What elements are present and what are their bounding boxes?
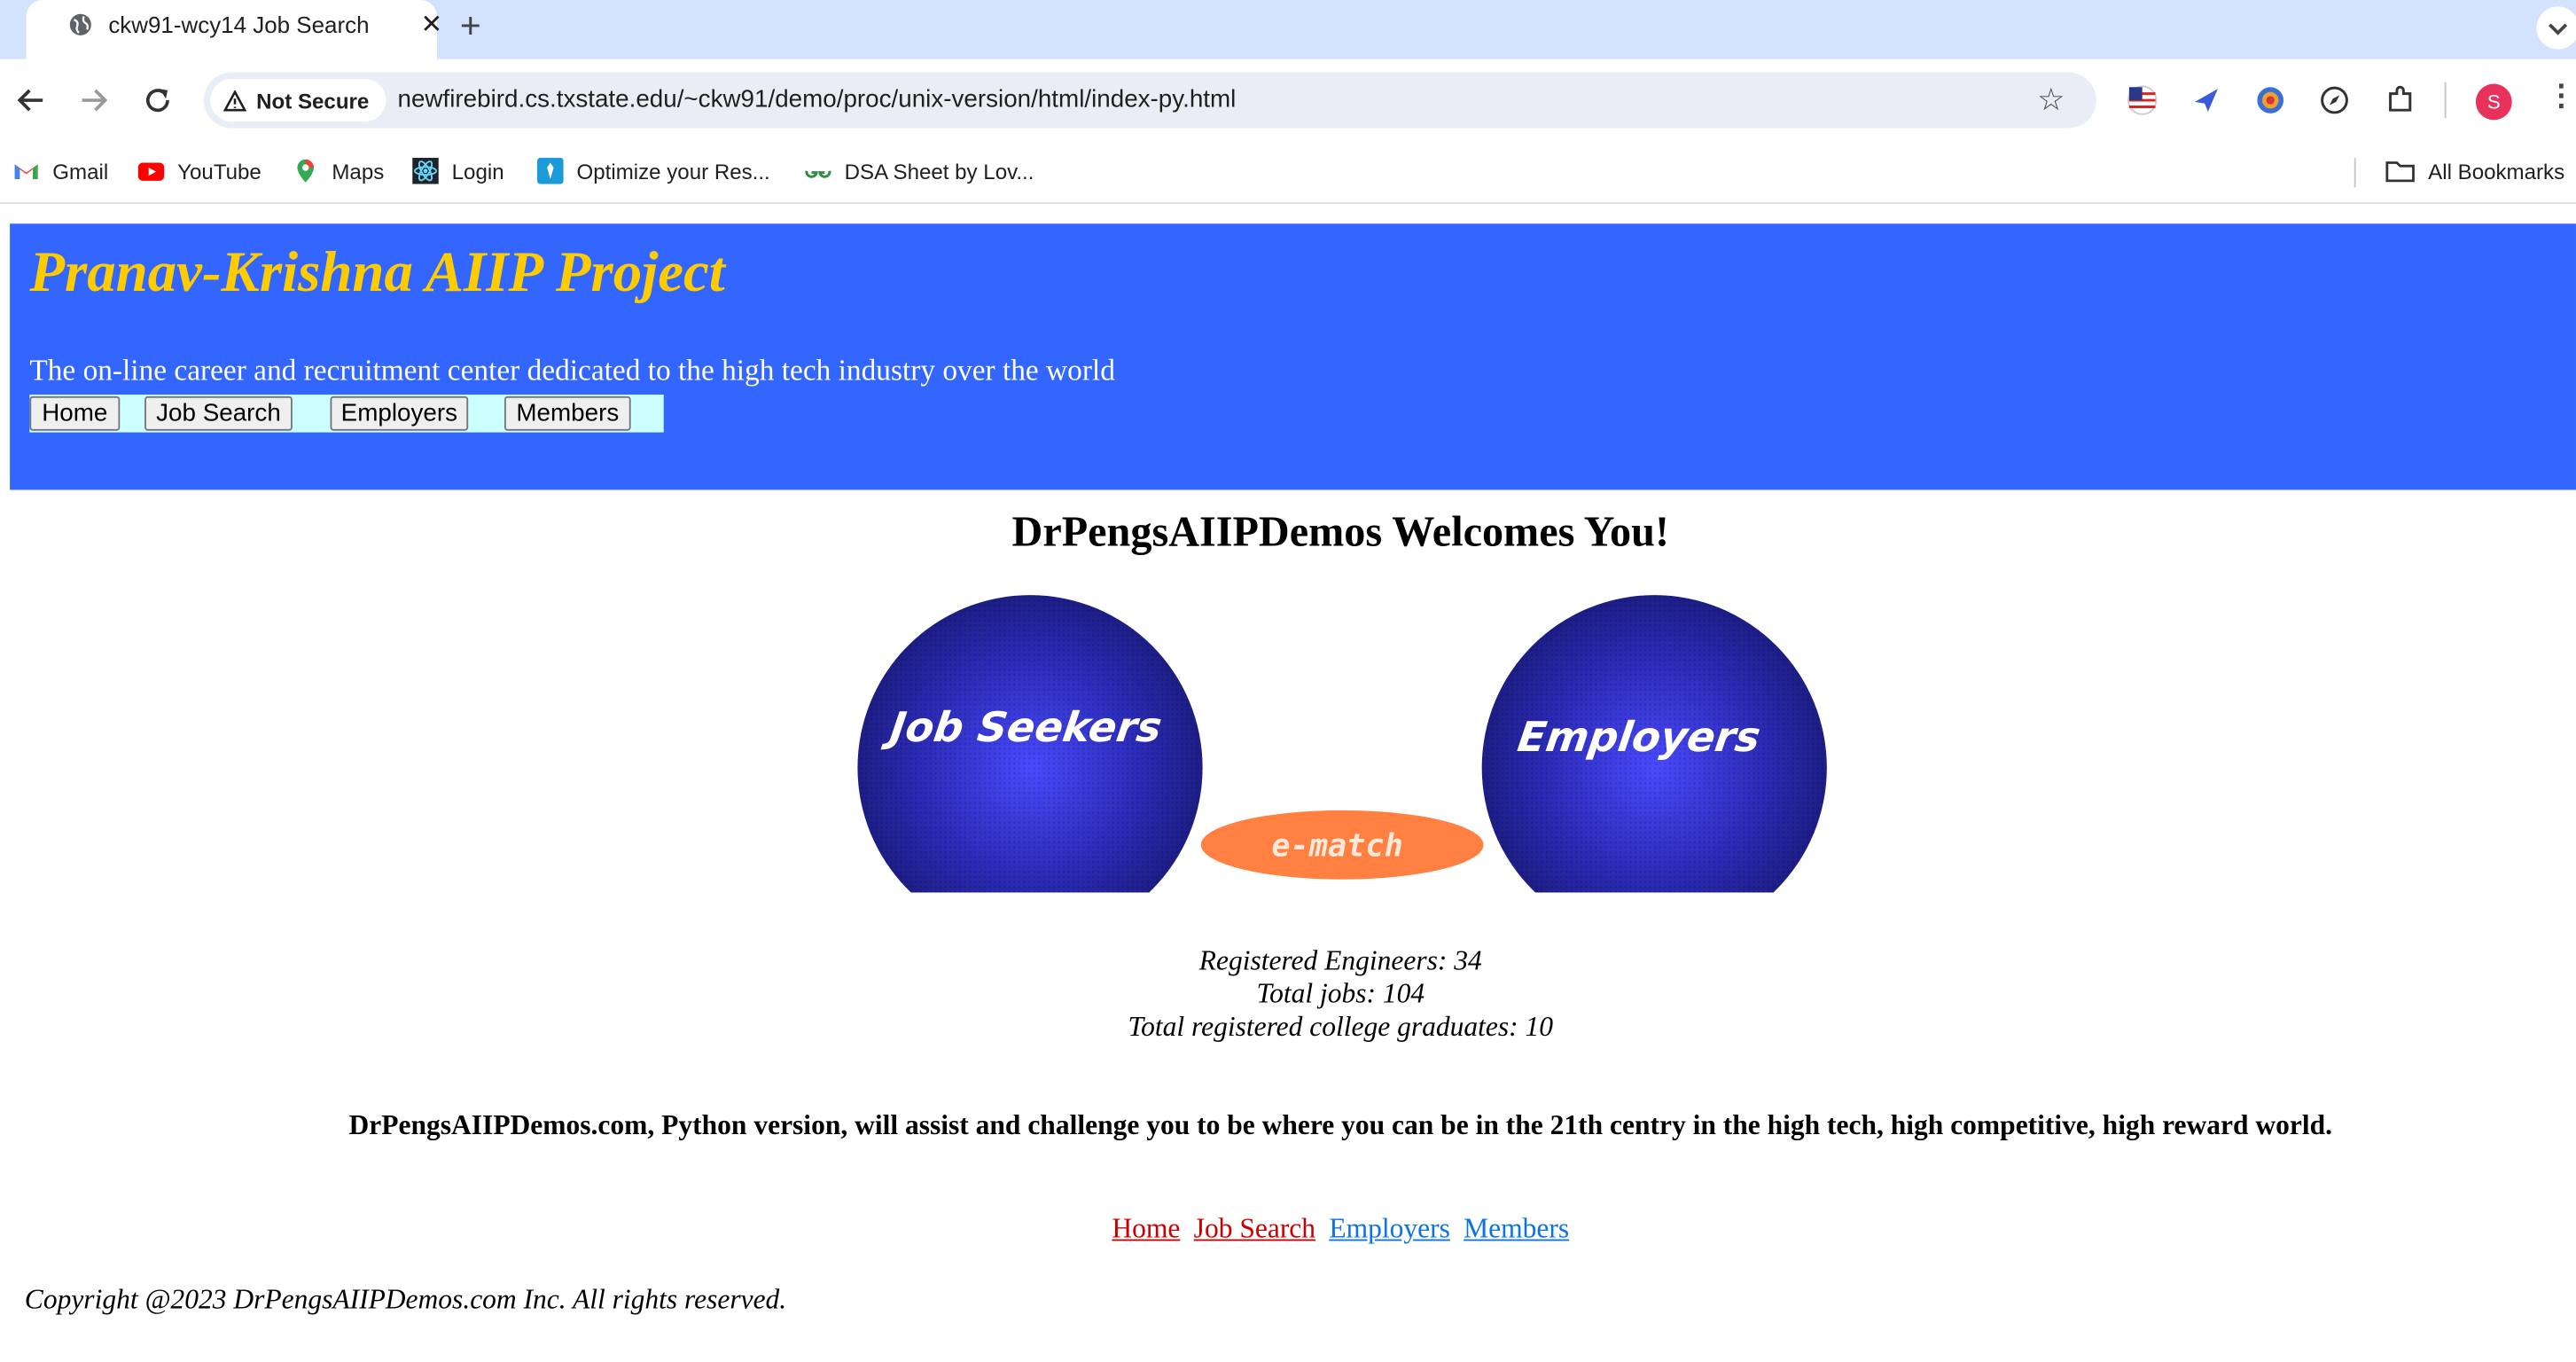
folder-icon bbox=[2385, 161, 2415, 183]
header-banner: Pranav-Krishna AIIP Project The on-line … bbox=[10, 223, 2576, 490]
nav-job-search-button[interactable]: Job Search bbox=[144, 395, 293, 431]
nav-employers-button[interactable]: Employers bbox=[330, 395, 469, 431]
react-icon bbox=[412, 157, 439, 184]
copyright-notice: Copyright @2023 DrPengsAIIPDemos.com Inc… bbox=[24, 1283, 787, 1315]
bookmark-label: Optimize your Res... bbox=[576, 158, 770, 184]
globe-icon bbox=[69, 13, 91, 35]
tab-strip: ckw91-wcy14 Job Search ✕ + bbox=[0, 0, 2576, 59]
bookmark-login[interactable]: Login bbox=[412, 157, 504, 184]
target-extension-icon[interactable] bbox=[2256, 85, 2285, 114]
geeksforgeeks-icon bbox=[805, 170, 831, 178]
toolbar-divider bbox=[2444, 82, 2447, 119]
bookmark-label: DSA Sheet by Lov... bbox=[844, 158, 1034, 184]
maps-icon bbox=[297, 159, 314, 183]
puzzle-extensions-icon[interactable] bbox=[2385, 85, 2415, 114]
bookmark-star-icon[interactable]: ☆ bbox=[2037, 82, 2065, 121]
nav-bar: Home Job Search Employers Members bbox=[29, 394, 664, 433]
bookmark-label: Login bbox=[451, 158, 504, 184]
job-seekers-globe[interactable]: Job Seekers bbox=[857, 594, 1203, 915]
bookmark-dsa-sheet[interactable]: DSA Sheet by Lov... bbox=[805, 158, 1034, 184]
security-label: Not Secure bbox=[256, 88, 370, 113]
nav-members-button[interactable]: Members bbox=[503, 395, 631, 431]
bookmark-maps[interactable]: Maps bbox=[293, 158, 384, 184]
more-menu-icon[interactable]: ⋮ bbox=[2547, 79, 2576, 114]
all-bookmarks-button[interactable]: All Bookmarks bbox=[2385, 158, 2564, 184]
security-indicator[interactable]: Not Secure bbox=[210, 78, 386, 122]
nav-home-button[interactable]: Home bbox=[29, 395, 121, 431]
bookmarks-divider bbox=[2354, 157, 2356, 188]
footer-nav: Home Job Search Employers Members bbox=[0, 1213, 2576, 1246]
bookmark-label: Maps bbox=[332, 158, 385, 184]
site-stats: Registered Engineers: 34 Total jobs: 104… bbox=[0, 945, 2576, 1044]
bookmark-youtube[interactable]: YouTube bbox=[137, 158, 262, 184]
all-bookmarks-label: All Bookmarks bbox=[2428, 158, 2565, 184]
mission-statement: DrPengsAIIPDemos.com, Python version, wi… bbox=[348, 1108, 2333, 1141]
welcome-heading: DrPengsAIIPDemos Welcomes You! bbox=[1011, 507, 1670, 556]
bookmark-label: Gmail bbox=[52, 158, 109, 184]
browser-chrome: ckw91-wcy14 Job Search ✕ + Not Secure ne… bbox=[0, 0, 2576, 204]
url-text[interactable]: newfirebird.cs.txstate.edu/~ckw91/demo/p… bbox=[397, 85, 1236, 114]
job-seekers-label: Job Seekers bbox=[880, 703, 1165, 751]
site-tagline: The on-line career and recruitment cente… bbox=[29, 353, 1115, 387]
youtube-icon bbox=[137, 162, 165, 181]
new-tab-button[interactable]: + bbox=[460, 5, 481, 48]
stat-total-jobs: Total jobs: 104 bbox=[1256, 977, 1425, 1009]
chevron-down-icon bbox=[2549, 23, 2568, 35]
ematch-label: e-match bbox=[1271, 828, 1402, 865]
reload-icon[interactable] bbox=[143, 85, 172, 114]
employers-globe[interactable]: Employers bbox=[1481, 594, 1827, 915]
back-arrow-icon[interactable] bbox=[17, 85, 46, 114]
bookmark-label: YouTube bbox=[177, 158, 262, 184]
address-bar[interactable]: Not Secure newfirebird.cs.txstate.edu/~c… bbox=[203, 72, 2096, 129]
footer-link-members[interactable]: Members bbox=[1464, 1213, 1569, 1244]
gmail-icon bbox=[14, 164, 38, 180]
bookmark-gmail[interactable]: Gmail bbox=[13, 158, 108, 184]
compass-extension-icon[interactable] bbox=[2320, 85, 2349, 114]
employers-label: Employers bbox=[1515, 713, 1763, 761]
bookmark-optimize-resume[interactable]: Optimize your Res... bbox=[537, 157, 770, 184]
send-extension-icon[interactable] bbox=[2191, 85, 2221, 114]
us-flag-extension-icon[interactable] bbox=[2127, 85, 2158, 115]
close-tab-icon[interactable]: ✕ bbox=[420, 8, 442, 41]
ematch-graphic: Job Seekers Employers e-match bbox=[857, 594, 1827, 915]
browser-tab[interactable]: ckw91-wcy14 Job Search ✕ bbox=[26, 0, 442, 59]
footer-link-employers[interactable]: Employers bbox=[1329, 1213, 1450, 1244]
forward-arrow-icon[interactable] bbox=[79, 85, 108, 114]
footer-link-job-search[interactable]: Job Search bbox=[1194, 1213, 1315, 1244]
profile-avatar[interactable]: S bbox=[2475, 83, 2512, 121]
browser-toolbar: Not Secure newfirebird.cs.txstate.edu/~c… bbox=[0, 59, 2576, 142]
page-content: Pranav-Krishna AIIP Project The on-line … bbox=[0, 204, 2576, 1362]
warning-icon bbox=[223, 90, 246, 111]
site-title: Pranav-Krishna AIIP Project bbox=[29, 239, 725, 304]
stat-registered-engineers: Registered Engineers: 34 bbox=[1198, 944, 1482, 976]
footer-link-home[interactable]: Home bbox=[1112, 1213, 1180, 1244]
stat-registered-graduates: Total registered college graduates: 10 bbox=[1128, 1010, 1554, 1042]
tab-title: ckw91-wcy14 Job Search bbox=[108, 11, 370, 38]
bookmarks-bar: Gmail YouTube Maps Login Optimize your R… bbox=[0, 141, 2576, 204]
resume-icon bbox=[537, 157, 564, 184]
tab-search-button[interactable] bbox=[2536, 6, 2576, 50]
